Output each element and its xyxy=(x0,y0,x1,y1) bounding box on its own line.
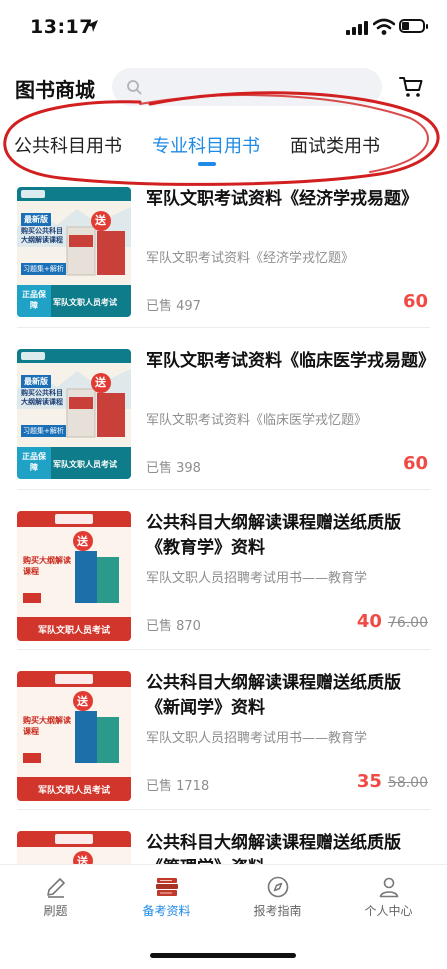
divider xyxy=(17,809,430,810)
cover-quality-label: 正品保障 xyxy=(22,452,46,472)
product-original-price: 76.00 xyxy=(387,615,428,631)
product-original-price: 58.00 xyxy=(387,775,428,791)
tab-interview-books[interactable]: 面试类用书 xyxy=(290,132,380,158)
cover-book-title: 购买大纲解读课程 xyxy=(23,716,71,736)
product-cover-image: 最新版 送 购买公共科目大纲解读课程 习题集+解析 正品保障 军队文职人员考试 xyxy=(17,349,131,479)
pencil-icon xyxy=(46,878,65,898)
tabbar-label: 刷题 xyxy=(43,904,68,918)
tab-professional-subjects[interactable]: 专业科目用书 xyxy=(152,132,260,158)
product-cover-image: 送 购买大纲解读课程 军队文职人员考试 xyxy=(17,511,131,641)
product-card[interactable]: 送 公共科目大纲解读课程赠送纸质版《管理学》资料 xyxy=(0,823,447,865)
product-price: 60 xyxy=(402,291,428,312)
cover-quality-label: 正品保障 xyxy=(22,290,46,310)
tabbar-item-materials[interactable]: 备考资料 xyxy=(111,875,222,919)
tabbar-label: 报考指南 xyxy=(253,904,302,918)
product-sold-count: 已售 398 xyxy=(146,461,201,476)
cover-badge-new: 最新版 xyxy=(21,213,51,226)
cover-footer: 军队文职人员考试 xyxy=(53,298,117,307)
battery-icon xyxy=(399,19,428,33)
cover-gift-badge: 送 xyxy=(77,695,88,708)
divider xyxy=(17,489,430,490)
search-icon xyxy=(127,80,142,95)
cover-tag: 习题集+解析 xyxy=(21,425,66,437)
person-icon xyxy=(379,877,398,898)
tabbar-label: 个人中心 xyxy=(364,904,413,918)
product-cover-image: 送 xyxy=(17,831,131,865)
cover-gift-badge: 送 xyxy=(77,535,88,548)
cover-book-title: 购买公共科目大纲解读课程 xyxy=(21,227,63,244)
cover-gift-badge: 送 xyxy=(95,214,106,227)
active-tab-indicator xyxy=(198,162,216,166)
page-title: 图书商城 xyxy=(15,78,95,102)
product-subtitle: 军队文职人员招聘考试用书——教育学 xyxy=(146,571,368,586)
product-title: 公共科目大纲解读课程赠送纸质版《教育学》资料 xyxy=(146,513,401,558)
cover-book-title: 购买大纲解读课程 xyxy=(23,556,71,576)
product-subtitle: 军队文职人员招聘考试用书——教育学 xyxy=(146,731,368,746)
cart-icon[interactable] xyxy=(399,76,423,98)
cover-badge-new: 最新版 xyxy=(21,375,51,388)
product-card[interactable]: 最新版 送 购买公共科目大纲解读课程 习题集+解析 正品保障 军队文职人员考试 … xyxy=(0,179,447,343)
product-title: 军队文职考试资料《经济学戎易题》 xyxy=(146,189,418,209)
product-title: 公共科目大纲解读课程赠送纸质版《新闻学》资料 xyxy=(146,673,401,718)
cover-footer: 军队文职人员考试 xyxy=(37,786,110,796)
product-card[interactable]: 最新版 送 购买公共科目大纲解读课程 习题集+解析 正品保障 军队文职人员考试 … xyxy=(0,341,447,505)
divider xyxy=(17,649,430,650)
product-list: 最新版 送 购买公共科目大纲解读课程 习题集+解析 正品保障 军队文职人员考试 … xyxy=(0,175,447,865)
product-sold-count: 已售 870 xyxy=(146,619,201,634)
divider xyxy=(17,327,430,328)
product-card[interactable]: 送 购买大纲解读课程 军队文职人员考试 公共科目大纲解读课程赠送纸质版《新闻学》… xyxy=(0,663,447,827)
compass-icon xyxy=(267,876,288,898)
product-subtitle: 军队文职考试资料《临床医学戎忆题》 xyxy=(146,413,368,428)
product-card[interactable]: 送 购买大纲解读课程 军队文职人员考试 公共科目大纲解读课程赠送纸质版《教育学》… xyxy=(0,503,447,667)
product-cover-image: 最新版 送 购买公共科目大纲解读课程 习题集+解析 正品保障 军队文职人员考试 xyxy=(17,187,131,317)
cover-gift-badge: 送 xyxy=(95,376,106,389)
tabbar-item-practice[interactable]: 刷题 xyxy=(0,875,111,919)
status-bar: 13:17 xyxy=(0,0,447,54)
cover-tag: 习题集+解析 xyxy=(21,263,66,275)
wifi-icon xyxy=(373,18,395,35)
product-title: 公共科目大纲解读课程赠送纸质版《管理学》资料 xyxy=(146,833,401,865)
product-sold-count: 已售 1718 xyxy=(146,779,210,794)
search-input[interactable] xyxy=(112,68,382,106)
tabbar-item-guide[interactable]: 报考指南 xyxy=(222,875,333,919)
product-cover-image: 送 购买大纲解读课程 军队文职人员考试 xyxy=(17,671,131,801)
tabbar-label: 备考资料 xyxy=(142,904,191,918)
header: 图书商城 xyxy=(0,64,447,112)
product-sold-count: 已售 497 xyxy=(146,299,201,314)
tab-public-subjects[interactable]: 公共科目用书 xyxy=(14,132,122,158)
product-title: 军队文职考试资料《临床医学戎易题》 xyxy=(146,351,435,371)
product-subtitle: 军队文职考试资料《经济学戎忆题》 xyxy=(146,251,355,266)
product-price: 40 76.00 xyxy=(356,611,428,632)
books-icon xyxy=(155,878,178,896)
location-arrow-icon xyxy=(86,20,98,32)
home-indicator xyxy=(150,953,296,958)
cover-footer: 军队文职人员考试 xyxy=(53,460,117,469)
product-price: 35 58.00 xyxy=(356,771,428,792)
category-tabs: 公共科目用书 专业科目用书 面试类用书 xyxy=(0,124,447,172)
cover-book-title: 购买公共科目大纲解读课程 xyxy=(21,389,63,406)
tabbar-item-profile[interactable]: 个人中心 xyxy=(333,875,444,919)
cover-footer: 军队文职人员考试 xyxy=(37,626,110,636)
product-price: 60 xyxy=(402,453,428,474)
